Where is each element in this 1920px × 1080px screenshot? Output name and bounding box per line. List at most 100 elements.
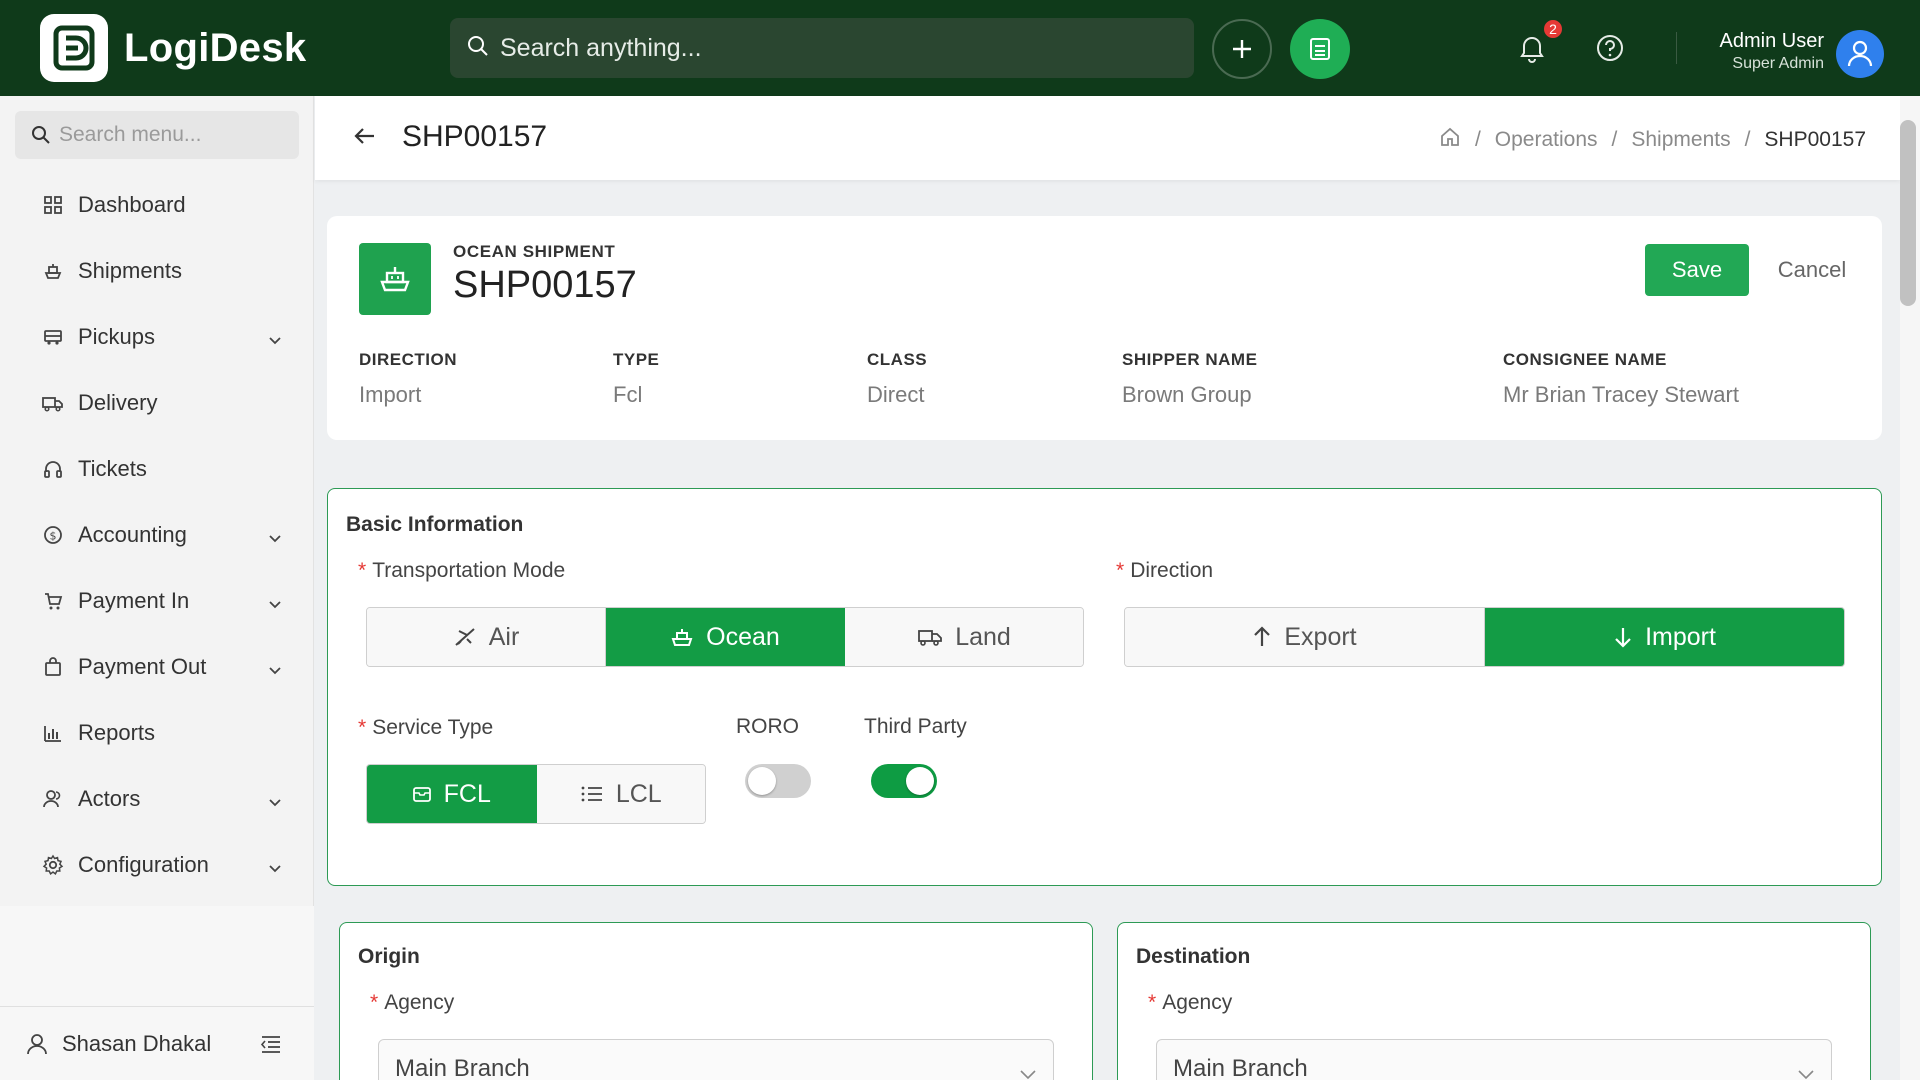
help-button[interactable]: [1590, 28, 1630, 68]
sidebar-item-pickups[interactable]: Pickups: [0, 304, 314, 370]
origin-agency-select[interactable]: Main Branch: [378, 1039, 1054, 1080]
meta-class: CLASS Direct: [867, 350, 927, 408]
destination-agency-select[interactable]: Main Branch: [1156, 1039, 1832, 1080]
meta-shipper-name: SHIPPER NAME Brown Group: [1122, 350, 1257, 408]
box-icon: [412, 787, 431, 802]
sidebar-item-configuration[interactable]: Configuration: [0, 832, 314, 898]
mode-ocean-button[interactable]: Ocean: [606, 608, 845, 666]
service-fcl-button[interactable]: FCL: [367, 765, 537, 823]
app-logo[interactable]: LogiDesk: [40, 14, 306, 82]
sheet-icon: [1310, 38, 1330, 60]
breadcrumb-shipments[interactable]: Shipments: [1631, 128, 1730, 152]
roro-toggle[interactable]: [745, 764, 811, 798]
ship-icon: [671, 629, 693, 646]
service-lcl-label: LCL: [615, 779, 662, 808]
sidebar-item-dashboard[interactable]: Dashboard: [0, 172, 314, 238]
user-role: Super Admin: [1732, 55, 1824, 72]
sidebar-search[interactable]: [15, 111, 299, 159]
origin-card: Origin * Agency Main Branch: [339, 922, 1093, 1080]
sidebar-item-shipments[interactable]: Shipments: [0, 238, 314, 304]
bar-chart-icon: [42, 722, 64, 744]
meta-consignee-name: CONSIGNEE NAME Mr Brian Tracey Stewart: [1503, 350, 1739, 408]
add-button[interactable]: [1212, 19, 1272, 79]
back-arrow-icon[interactable]: [353, 126, 377, 151]
basic-information-card: Basic Information * Transportation Mode A…: [327, 488, 1882, 886]
section-title: Origin: [358, 945, 420, 968]
sidebar-item-label: Accounting: [78, 522, 187, 547]
avatar[interactable]: [1836, 30, 1884, 78]
chevron-down-icon: [268, 590, 282, 616]
help-circle-icon: [1597, 35, 1623, 61]
global-search[interactable]: [450, 18, 1194, 78]
breadcrumb-separator: /: [1611, 128, 1618, 151]
sidebar-search-input[interactable]: [59, 123, 299, 147]
save-button[interactable]: Save: [1645, 244, 1749, 296]
mode-land-button[interactable]: Land: [845, 608, 1083, 666]
service-lcl-button[interactable]: LCL: [536, 765, 705, 823]
scrollbar-thumb[interactable]: [1900, 120, 1916, 306]
meta-value: Brown Group: [1122, 382, 1252, 407]
arrow-down-icon: [1615, 628, 1631, 648]
sidebar-item-reports[interactable]: Reports: [0, 700, 314, 766]
service-type-selector: FCL LCL: [366, 764, 706, 824]
shipment-id: SHP00157: [453, 264, 637, 306]
field-label-text: Agency: [1162, 991, 1233, 1014]
sidebar-item-label: Delivery: [78, 390, 158, 415]
user-name: Admin User: [1719, 30, 1824, 52]
notification-badge: 2: [1542, 18, 1564, 40]
truck-icon: [42, 326, 64, 348]
sidebar-item-tickets[interactable]: Tickets: [0, 436, 314, 502]
top-bar: LogiDesk 2 Admin User Super Admin: [0, 0, 1920, 96]
toggle-knob: [748, 767, 776, 795]
sidebar-item-label: Actors: [78, 786, 141, 811]
field-label-text: Agency: [384, 991, 455, 1014]
sidebar-footer-user[interactable]: Shasan Dhakal: [62, 1031, 211, 1057]
sidebar-item-delivery[interactable]: Delivery: [0, 370, 314, 436]
quick-sheet-button[interactable]: [1290, 19, 1350, 79]
destination-card: Destination * Agency Main Branch: [1117, 922, 1871, 1080]
collapse-sidebar-icon[interactable]: [260, 1033, 282, 1059]
meta-type: TYPE Fcl: [613, 350, 659, 408]
ocean-ship-icon: [359, 243, 431, 315]
search-icon: [466, 34, 490, 63]
required-marker: *: [358, 716, 367, 739]
home-icon[interactable]: [1439, 126, 1461, 154]
sidebar-item-accounting[interactable]: $ Accounting: [0, 502, 314, 568]
chevron-down-icon: [1797, 1060, 1815, 1080]
field-label-text: Direction: [1130, 559, 1214, 582]
user-icon: [26, 1033, 48, 1055]
delivery-truck-icon: [42, 392, 64, 414]
svg-text:$: $: [50, 530, 57, 543]
meta-label: CLASS: [867, 350, 928, 369]
origin-agency-value: Main Branch: [395, 1055, 530, 1080]
section-title: Destination: [1136, 945, 1251, 968]
user-menu[interactable]: Admin User Super Admin: [1720, 30, 1824, 73]
section-title: Basic Information: [346, 513, 524, 536]
sidebar-item-actors[interactable]: Actors: [0, 766, 314, 832]
breadcrumb-operations[interactable]: Operations: [1495, 128, 1598, 152]
direction-import-button[interactable]: Import: [1485, 608, 1844, 666]
meta-value: Direct: [867, 382, 925, 407]
mode-air-button[interactable]: Air: [367, 608, 606, 666]
sidebar-item-label: Pickups: [78, 324, 156, 349]
transportation-mode-label: * Transportation Mode: [358, 559, 565, 583]
breadcrumb-separator: /: [1474, 128, 1481, 151]
dollar-circle-icon: $: [42, 524, 64, 546]
sidebar-item-label: Shipments: [78, 258, 182, 283]
list-icon: [581, 786, 602, 802]
sidebar-item-payment-in[interactable]: Payment In: [0, 568, 314, 634]
meta-label: TYPE: [613, 350, 660, 369]
shipment-kind: OCEAN SHIPMENT: [453, 242, 616, 261]
global-search-input[interactable]: [500, 33, 1180, 63]
direction-selector: Export Import: [1124, 607, 1845, 667]
direction-export-button[interactable]: Export: [1125, 608, 1485, 666]
meta-value: Import: [359, 382, 422, 407]
meta-label: SHIPPER NAME: [1122, 350, 1258, 369]
third-party-toggle[interactable]: [871, 764, 937, 798]
mode-land-label: Land: [955, 622, 1011, 651]
cancel-button[interactable]: Cancel: [1767, 244, 1857, 296]
meta-label: CONSIGNEE NAME: [1503, 350, 1667, 369]
sidebar-item-payment-out[interactable]: Payment Out: [0, 634, 314, 700]
chevron-down-icon: [268, 656, 282, 682]
shipment-summary-card: OCEAN SHIPMENT SHP00157 Save Cancel DIRE…: [327, 216, 1882, 440]
